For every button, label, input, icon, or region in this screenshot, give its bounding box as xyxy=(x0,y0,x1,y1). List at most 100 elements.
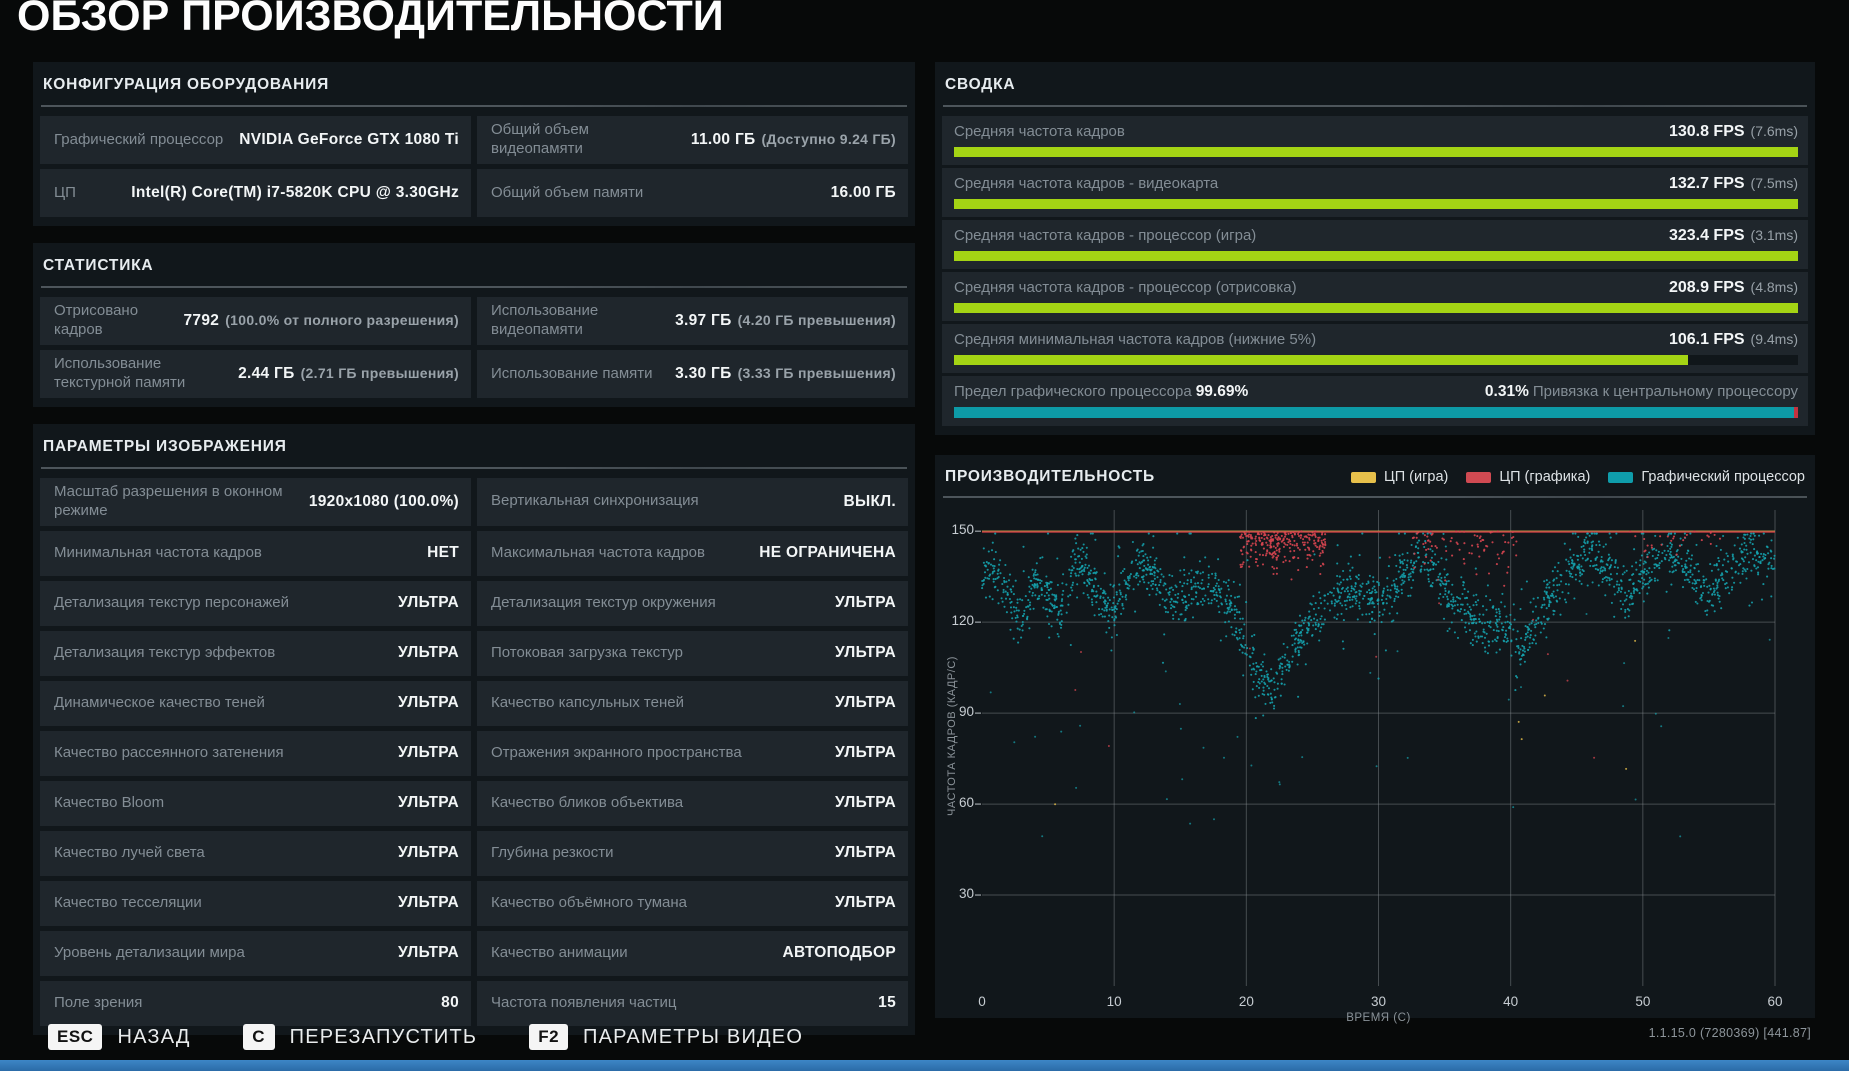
key-badge-esc: ESC xyxy=(48,1024,103,1050)
chart-legend: ЦП (игра) ЦП (графика) Графический процесс… xyxy=(1351,469,1805,485)
footer-hint-esc[interactable]: ESC НАЗАД xyxy=(48,1024,191,1050)
gpu-bound-row: Предел графического процессора 99.69% 0.… xyxy=(942,376,1808,426)
legend-item: ЦП (графика) xyxy=(1466,469,1590,485)
summary-metric-label: Средняя частота кадров - процессор (отри… xyxy=(954,279,1297,296)
setting-row: Детализация текстур персонажей УЛЬТРА xyxy=(40,580,471,626)
performance-heading: ПРОИЗВОДИТЕЛЬНОСТЬ xyxy=(945,468,1155,485)
value-note: (100.0% от полного разрешения) xyxy=(225,312,459,328)
footer-hints: ESC НАЗАД C ПЕРЕЗАПУСТИТЬ F2 ПАРАМЕТРЫ ВИДЕО xyxy=(48,1024,803,1050)
left-column: КОНФИГУРАЦИЯ ОБОРУДОВАНИЯ Графический пр… xyxy=(33,62,915,1035)
summary-metric-label: Средняя частота кадров - видеокарта xyxy=(954,175,1219,192)
setting-value: УЛЬТРА xyxy=(835,844,896,862)
setting-row: Качество лучей света УЛЬТРА xyxy=(40,830,471,876)
setting-label: Графический процессор xyxy=(54,130,224,148)
setting-row: Качество тесселяции УЛЬТРА xyxy=(40,880,471,926)
value-text: 16.00 ГБ xyxy=(830,184,896,201)
setting-label: ЦП xyxy=(54,183,76,201)
key-badge-c: C xyxy=(242,1024,275,1050)
setting-label: Потоковая загрузка текстур xyxy=(491,643,683,661)
value-note: (2.71 ГБ превышения) xyxy=(300,365,459,381)
cpu-bound-value: 0.31% xyxy=(1484,383,1529,400)
setting-row: Максимальная частота кадров НЕ ОГРАНИЧЕНА xyxy=(477,530,908,576)
frametime-text: (7.5ms) xyxy=(1750,175,1798,191)
value-text: ВЫКЛ. xyxy=(843,492,896,510)
setting-row: Качество рассеянного затенения УЛЬТРА xyxy=(40,730,471,776)
setting-row: Минимальная частота кадров НЕТ xyxy=(40,530,471,576)
setting-row: Детализация текстур эффектов УЛЬТРА xyxy=(40,630,471,676)
setting-label: Качество бликов объектива xyxy=(491,793,684,811)
summary-fps-value: 130.8 FPS (7.6ms) xyxy=(1669,123,1798,141)
y-axis-label: ЧАСТОТА КАДРОВ (КАДР/С) xyxy=(946,656,958,816)
setting-value: УЛЬТРА xyxy=(398,794,459,812)
fps-text: 132.7 FPS xyxy=(1668,175,1745,192)
setting-value: 11.00 ГБ (Доступно 9.24 ГБ) xyxy=(691,131,896,149)
value-text: УЛЬТРА xyxy=(835,894,896,911)
value-text: УЛЬТРА xyxy=(398,694,459,711)
summary-row: Средняя частота кадров 130.8 FPS (7.6ms) xyxy=(942,116,1808,165)
setting-label: Качество объёмного тумана xyxy=(491,893,687,911)
summary-row: Средняя частота кадров - процессор (игра… xyxy=(942,220,1808,269)
value-note: (Доступно 9.24 ГБ) xyxy=(761,131,896,147)
value-text: УЛЬТРА xyxy=(398,844,459,861)
fps-bar-track xyxy=(954,355,1798,365)
setting-label: Качество лучей света xyxy=(54,843,205,861)
fps-bar-fill xyxy=(954,355,1689,365)
setting-row: Динамическое качество теней УЛЬТРА xyxy=(40,680,471,726)
setting-value: УЛЬТРА xyxy=(835,644,896,662)
value-text: Intel(R) Core(TM) i7-5820K CPU @ 3.30GHz xyxy=(131,184,459,201)
value-text: 3.30 ГБ xyxy=(675,365,732,382)
value-text: 3.97 ГБ xyxy=(675,312,732,329)
image-settings-rows: Масштаб разрешения в оконном режиме 1920x… xyxy=(40,478,908,1026)
summary-row-top: Средняя частота кадров - процессор (отри… xyxy=(954,279,1798,297)
summary-fps-value: 208.9 FPS (4.8ms) xyxy=(1669,279,1798,297)
frametime-text: (3.1ms) xyxy=(1750,227,1798,243)
footer-hint-c[interactable]: C ПЕРЕЗАПУСТИТЬ xyxy=(242,1024,478,1050)
summary-metric-label: Средняя минимальная частота кадров (нижн… xyxy=(954,331,1317,348)
setting-value: УЛЬТРА xyxy=(835,594,896,612)
setting-row: Масштаб разрешения в оконном режиме 1920x… xyxy=(40,478,471,526)
gpu-bound-labels: Предел графического процессора 99.69% 0.… xyxy=(954,383,1798,401)
summary-heading: СВОДКА xyxy=(945,76,1016,93)
value-text: УЛЬТРА xyxy=(398,944,459,961)
value-text: УЛЬТРА xyxy=(835,844,896,861)
cpu-graphics-series xyxy=(1074,530,1722,759)
x-axis-label: ВРЕМЯ (С) xyxy=(1346,1012,1411,1024)
hardware-config-panel: КОНФИГУРАЦИЯ ОБОРУДОВАНИЯ Графический пр… xyxy=(33,62,915,226)
fps-bar-track xyxy=(954,199,1798,209)
value-text: НЕ ОГРАНИЧЕНА xyxy=(759,544,896,561)
setting-label: Качество Bloom xyxy=(54,793,165,811)
setting-row: Уровень детализации мира УЛЬТРА xyxy=(40,930,471,976)
plot-area xyxy=(975,510,1776,986)
gpu-cpu-bound-bar xyxy=(954,407,1798,418)
setting-value: 16.00 ГБ xyxy=(831,184,896,202)
setting-row: Отражения экранного пространства УЛЬТРА xyxy=(477,730,908,776)
setting-row: Глубина резкости УЛЬТРА xyxy=(477,830,908,876)
frametime-text: (7.6ms) xyxy=(1750,123,1798,139)
setting-label: Использование памяти xyxy=(491,364,653,382)
fps-text: 106.1 FPS xyxy=(1668,331,1745,348)
footer-hint-f2[interactable]: F2 ПАРАМЕТРЫ ВИДЕО xyxy=(529,1024,803,1050)
y-tick-label: 30 xyxy=(958,886,974,902)
performance-chart: ЧАСТОТА КАДРОВ (КАДР/С) ВРЕМЯ (С) 150 120… xyxy=(942,505,1808,1024)
fps-bar-fill xyxy=(954,199,1798,209)
divider xyxy=(41,105,907,107)
setting-row: Качество бликов объектива УЛЬТРА xyxy=(477,780,908,826)
setting-label: Качество капсульных теней xyxy=(491,693,684,711)
frametime-text: (4.8ms) xyxy=(1750,279,1798,295)
image-settings-panel: ПАРАМЕТРЫ ИЗОБРАЖЕНИЯ Масштаб разрешения… xyxy=(33,424,915,1035)
value-text: NVIDIA GeForce GTX 1080 Ti xyxy=(239,131,459,148)
fps-bar-fill xyxy=(954,251,1798,261)
setting-row: Графический процессор NVIDIA GeForce GTX … xyxy=(40,116,471,164)
setting-row: ЦП Intel(R) Core(TM) i7-5820K CPU @ 3.30G… xyxy=(40,169,471,217)
setting-row: Частота появления частиц 15 xyxy=(477,980,908,1026)
cpu-bound-fill xyxy=(1794,407,1798,418)
setting-label: Максимальная частота кадров xyxy=(491,543,705,561)
setting-value: УЛЬТРА xyxy=(398,744,459,762)
value-text: УЛЬТРА xyxy=(398,794,459,811)
hint-label: ПЕРЕЗАПУСТИТЬ xyxy=(289,1025,478,1048)
legend-swatch xyxy=(1351,471,1376,483)
setting-label: Детализация текстур окружения xyxy=(491,593,716,611)
value-text: 1920x1080 (100.0%) xyxy=(308,492,459,510)
setting-row: Качество анимации АВТОПОДБОР xyxy=(477,930,908,976)
value-text: 7792 xyxy=(183,312,220,329)
